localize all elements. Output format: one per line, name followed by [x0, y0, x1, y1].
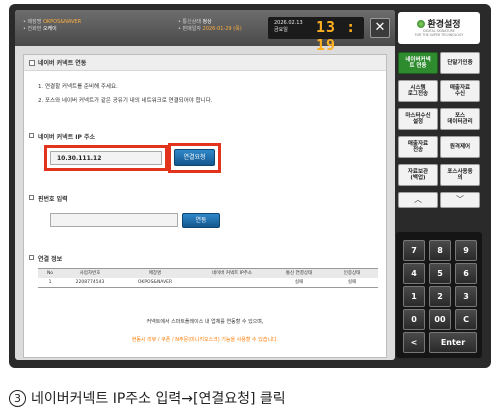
ip-section-label: 네이버 커넥트 IP 주소	[38, 134, 96, 141]
menu-sales-send[interactable]: 매출자료 전송	[398, 136, 438, 158]
table-cell: 2208774543	[62, 277, 118, 288]
weekday-text: 금요일	[274, 27, 288, 33]
menu-label: 단말기인증	[447, 59, 473, 66]
scroll-down-button[interactable]: ﹀	[440, 192, 480, 208]
pin-section-label: 핀번호 입력	[38, 196, 68, 203]
menu-label: 매출자료 전송	[407, 140, 429, 154]
date-display: 2026.02.13 금요일	[274, 20, 303, 34]
table-cell: 실패	[326, 277, 378, 288]
menu-master-settings[interactable]: 마스터수신 설정	[398, 108, 438, 130]
datetime-box: 2026.02.13 금요일 13 : 19	[268, 17, 364, 54]
key-8[interactable]: 8	[429, 240, 451, 261]
section-square-icon	[29, 195, 34, 200]
close-button[interactable]: ✕	[370, 18, 390, 38]
status-bar: • 매장명 OKPOS&NAVER • 전화번 오케이 • 통신상태 정상 • …	[15, 10, 395, 54]
phone-label: • 전화번	[23, 26, 42, 32]
step-caption: 3 네이버커넥트 IP주소 입력→[연결요청] 클릭	[9, 388, 286, 408]
key-6[interactable]: 6	[455, 263, 477, 284]
panel-header: 네이버 커넥트 연동	[24, 55, 386, 71]
store-value: OKPOS&NAVER	[42, 19, 82, 25]
section-square-icon	[29, 255, 34, 260]
settings-sidebar: 환경설정 DIGITAL SIGNATURE FOR THE SUPER TEC…	[393, 10, 485, 362]
panel-title: 네이버 커넥트 연동	[38, 60, 87, 67]
key-9[interactable]: 9	[455, 240, 477, 261]
connection-info-table: No 사업자번호 매장명 네이버 커넥트 IP주소 통신 연결상태 인증상태 1…	[38, 268, 378, 288]
column-header: 네이버 커넥트 IP주소	[192, 268, 272, 278]
highlight-connect-button	[168, 143, 221, 173]
sales-value: 2026-01-29 (목)	[202, 26, 242, 32]
menu-label: 매출자료 수신	[449, 84, 471, 98]
sales-label: • 판매일자	[178, 26, 201, 32]
scroll-up-button[interactable]: ︿	[398, 192, 438, 208]
key-4[interactable]: 4	[403, 263, 425, 284]
table-row[interactable]: 1 2208774543 OKPOS&NAVER 실패 실패	[38, 277, 378, 288]
menu-backup[interactable]: 자료보관 (백업)	[398, 164, 438, 186]
menu-pos-consent[interactable]: 포스사용동 의	[440, 164, 480, 186]
logo-subtitle-line2: FOR THE SUPER TECHNOLOGY	[414, 33, 464, 37]
key-1[interactable]: 1	[403, 286, 425, 307]
key-7[interactable]: 7	[403, 240, 425, 261]
comm-label: • 통신상태	[178, 19, 201, 25]
key-clear[interactable]: C	[455, 309, 477, 330]
date-text: 2026.02.13	[274, 20, 303, 26]
settings-logo-icon	[417, 20, 426, 28]
key-0[interactable]: 0	[403, 309, 425, 330]
logo-subtitle: DIGITAL SIGNATURE FOR THE SUPER TECHNOLO…	[398, 29, 480, 37]
menu-label: 포스사용동 의	[447, 168, 473, 182]
menu-pos-data[interactable]: 포스 데이터관리	[440, 108, 480, 130]
comm-value: 정상	[202, 19, 212, 25]
section-square-icon	[29, 133, 34, 138]
caption-text: 네이버커넥트 IP주소 입력→[연결요청] 클릭	[31, 391, 286, 407]
phone-value: 오케이	[42, 26, 57, 32]
menu-sales-receive[interactable]: 매출자료 수신	[440, 80, 480, 102]
menu-remote-control[interactable]: 원격제어	[440, 136, 480, 158]
table-cell: 실패	[272, 277, 326, 288]
menu-label: 시스템 로그전송	[407, 84, 429, 98]
key-backspace[interactable]: <	[403, 332, 425, 353]
column-header: 인증상태	[326, 268, 378, 278]
key-2[interactable]: 2	[429, 286, 451, 307]
table-cell: OKPOS&NAVER	[118, 277, 192, 288]
column-header: 사업자번호	[62, 268, 118, 278]
key-3[interactable]: 3	[455, 286, 477, 307]
table-cell	[192, 277, 272, 288]
column-header: 통신 연결상태	[272, 268, 326, 278]
numeric-keypad: 7 8 9 4 5 6 1 2 3 0 00 C < Enter	[396, 232, 482, 358]
connection-info-label: 연결 정보	[38, 256, 63, 263]
menu-system-log[interactable]: 시스템 로그전송	[398, 80, 438, 102]
menu-label: 포스 데이터관리	[447, 112, 473, 126]
pin-link-button[interactable]: 연동	[182, 213, 220, 228]
section-square-icon	[29, 60, 35, 66]
store-info: • 매장명 OKPOS&NAVER • 전화번 오케이	[23, 19, 81, 33]
instruction-step-2: 2. 포스와 네이버 커넥트가 같은 공유기 내의 네트워크로 연결되어야 합니…	[38, 98, 213, 104]
naver-connect-panel: 네이버 커넥트 연동 1. 연결할 커넥트를 준비해 주세요. 2. 포스와 네…	[23, 54, 387, 358]
key-enter[interactable]: Enter	[429, 332, 477, 353]
menu-terminal-auth[interactable]: 단말기인증	[440, 52, 480, 74]
step-number: 3	[9, 390, 26, 407]
column-header: No	[38, 268, 62, 278]
pos-device: • 매장명 OKPOS&NAVER • 전화번 오케이 • 통신상태 정상 • …	[9, 4, 491, 368]
pin-input[interactable]	[50, 213, 178, 227]
settings-logo: 환경설정 DIGITAL SIGNATURE FOR THE SUPER TEC…	[398, 12, 480, 44]
comm-info: • 통신상태 정상 • 판매일자 2026-01-29 (목)	[178, 19, 242, 33]
feature-note: 현동시 리뷰 / 쿠폰 / N주문(미니키오스크) 기능을 사용할 수 있습니다…	[131, 337, 279, 343]
column-header: 매장명	[118, 268, 192, 278]
instruction-step-1: 1. 연결할 커넥트를 준비해 주세요.	[38, 84, 118, 90]
menu-label: 마스터수신 설정	[405, 112, 431, 126]
menu-label: 자료보관 (백업)	[407, 168, 429, 182]
table-cell: 1	[38, 277, 62, 288]
pos-screen: • 매장명 OKPOS&NAVER • 전화번 오케이 • 통신상태 정상 • …	[15, 10, 395, 360]
menu-label: 네이버커넥 트 연동	[405, 56, 431, 70]
table-header-row: No 사업자번호 매장명 네이버 커넥트 IP주소 통신 연결상태 인증상태	[38, 268, 378, 278]
highlight-ip-input	[44, 145, 168, 171]
info-note: 커넥트에서 스마트플레이스 내 업체를 연동할 수 있으며,	[146, 319, 264, 325]
menu-naver-connect[interactable]: 네이버커넥 트 연동	[398, 52, 438, 74]
key-00[interactable]: 00	[429, 309, 451, 330]
clock: 13 : 19	[316, 18, 357, 54]
menu-label: 원격제어	[449, 143, 471, 150]
store-label: • 매장명	[23, 19, 42, 25]
key-5[interactable]: 5	[429, 263, 451, 284]
